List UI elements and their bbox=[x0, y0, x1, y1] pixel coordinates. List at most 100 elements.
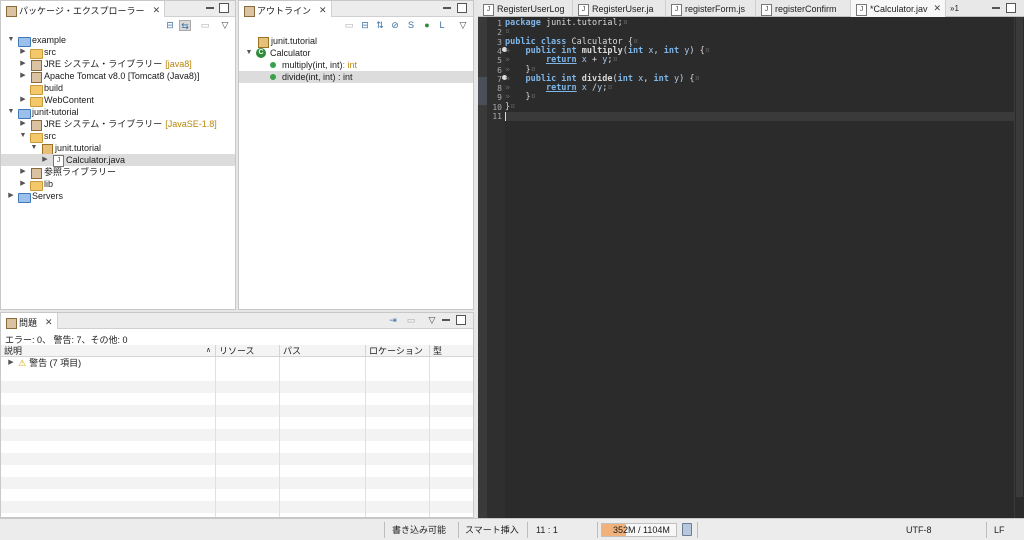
library-icon bbox=[30, 167, 42, 179]
view-menu-icon[interactable]: ▽ bbox=[457, 20, 469, 31]
folder-icon bbox=[30, 179, 43, 191]
tree-item[interactable]: ▼ junit.tutorial bbox=[1, 142, 235, 155]
tab-outline[interactable]: アウトライン ✕ bbox=[239, 1, 332, 17]
minimize-button[interactable] bbox=[991, 3, 1001, 13]
table-row-empty bbox=[1, 405, 473, 417]
tree-item[interactable]: ▼ junit-tutorial bbox=[1, 106, 235, 119]
editor-tab-active[interactable]: *Calculator.jav ✕ bbox=[851, 0, 946, 17]
maximize-button[interactable] bbox=[219, 3, 229, 13]
tree-item-label: Apache Tomcat v8.0 [Tomcat8 (Java8)] bbox=[44, 71, 200, 81]
expand-icon[interactable]: ▼ bbox=[19, 131, 27, 141]
expand-icon[interactable]: ▶ bbox=[19, 119, 27, 129]
expand-icon[interactable]: ▶ bbox=[7, 358, 15, 368]
column-header-description[interactable]: 説明 ∧ bbox=[1, 345, 216, 357]
collapse-all-icon[interactable]: ⊟ bbox=[164, 20, 176, 31]
tree-item[interactable]: ▶ Apache Tomcat v8.0 [Tomcat8 (Java8)] bbox=[1, 70, 235, 83]
expand-icon[interactable]: ▼ bbox=[30, 143, 38, 153]
public-method-icon bbox=[268, 60, 279, 70]
heap-status-bar[interactable]: 352M / 1104M bbox=[601, 523, 677, 537]
editor-tab[interactable]: registerConfirm bbox=[756, 0, 851, 17]
column-header-path[interactable]: パス bbox=[280, 345, 366, 357]
status-encoding: UTF-8 bbox=[906, 525, 932, 535]
focus-icon[interactable]: ▭ bbox=[343, 20, 355, 31]
tree-item[interactable]: ▶ WebContent bbox=[1, 94, 235, 107]
problems-table: 説明 ∧ リソース パス ロケーション 型 ▶ ⚠ 警告 (7 項目) bbox=[1, 345, 473, 517]
expand-icon[interactable]: ▼ bbox=[245, 48, 253, 58]
outline-toolbar: ▭ ⊟ ⇅ ⊘ S ● L ▽ bbox=[239, 17, 473, 33]
text-cursor bbox=[505, 112, 506, 121]
tree-item-label: lib bbox=[44, 179, 54, 189]
tree-item[interactable]: ▶ JRE システム・ライブラリー [java8] bbox=[1, 58, 235, 71]
maximize-button[interactable] bbox=[1006, 3, 1016, 13]
view-menu-icon[interactable]: ▽ bbox=[426, 315, 438, 326]
expand-icon[interactable]: ▶ bbox=[19, 167, 27, 177]
maximize-button[interactable] bbox=[457, 3, 467, 13]
close-icon[interactable]: ✕ bbox=[319, 5, 327, 16]
hide-nonpublic-icon[interactable]: ● bbox=[421, 20, 433, 31]
code-line: » }¤ bbox=[505, 92, 536, 103]
filter-icon[interactable]: ⇥ bbox=[387, 315, 399, 326]
tab-package-explorer[interactable]: パッケージ・エクスプローラー ✕ bbox=[1, 1, 166, 17]
expand-icon[interactable]: ▶ bbox=[19, 71, 27, 81]
focus-icon[interactable]: ▭ bbox=[405, 315, 417, 326]
close-icon[interactable]: ✕ bbox=[153, 5, 161, 16]
column-divider bbox=[279, 357, 280, 517]
code-editor[interactable]: package junit.tutorial;¤ ¤ public class … bbox=[505, 17, 1014, 518]
tab-overflow-button[interactable]: »1 bbox=[946, 0, 966, 17]
vertical-scrollbar[interactable] bbox=[1014, 17, 1024, 518]
tree-item[interactable]: build bbox=[1, 82, 235, 95]
heap-usage-text: 352M / 1104M bbox=[613, 525, 670, 535]
tree-item[interactable]: ▼ example bbox=[1, 34, 235, 47]
tree-item[interactable]: ▼ Calculator bbox=[239, 47, 473, 59]
tree-item[interactable]: ▶ src bbox=[1, 46, 235, 59]
collapse-all-icon[interactable]: ⊟ bbox=[359, 20, 371, 31]
column-header-location[interactable]: ロケーション bbox=[366, 345, 430, 357]
table-row[interactable]: ▶ ⚠ 警告 (7 項目) bbox=[1, 357, 473, 369]
editor-tab[interactable]: RegisterUserLog bbox=[478, 0, 573, 17]
focus-icon[interactable]: ▭ bbox=[199, 20, 211, 31]
view-menu-icon[interactable]: ▽ bbox=[219, 20, 231, 31]
tab-problems[interactable]: 問題 ✕ bbox=[1, 313, 58, 329]
expand-icon[interactable]: ▼ bbox=[7, 35, 15, 45]
sort-icon[interactable]: ⇅ bbox=[374, 20, 386, 31]
tree-item[interactable]: ▶ 参照ライブラリー bbox=[1, 166, 235, 179]
tree-item-suffix: [JavaSE-1.8] bbox=[165, 119, 217, 129]
column-header-type[interactable]: 型 bbox=[430, 345, 473, 357]
tree-item-selected[interactable]: divide(int, int) : int bbox=[239, 71, 473, 83]
maximize-button[interactable] bbox=[456, 315, 466, 325]
expand-icon[interactable]: ▶ bbox=[41, 155, 49, 165]
editor-tab[interactable]: registerForm.js bbox=[666, 0, 756, 17]
expand-icon[interactable]: ▶ bbox=[7, 191, 15, 201]
tree-item-selected[interactable]: ▶ Calculator.java bbox=[1, 154, 235, 167]
expand-icon[interactable]: ▶ bbox=[19, 47, 27, 57]
tree-item[interactable]: ▶ JRE システム・ライブラリー [JavaSE-1.8] bbox=[1, 118, 235, 131]
hide-static-icon[interactable]: S bbox=[405, 20, 417, 31]
minimize-button[interactable] bbox=[442, 3, 452, 13]
close-icon[interactable]: ✕ bbox=[45, 317, 53, 328]
column-header-resource[interactable]: リソース bbox=[216, 345, 280, 357]
java-file-icon bbox=[482, 3, 494, 16]
expand-icon[interactable]: ▼ bbox=[7, 107, 15, 117]
jsp-file-icon bbox=[760, 3, 772, 16]
link-with-editor-icon[interactable]: ⇆ bbox=[179, 20, 191, 31]
editor-tab[interactable]: RegisterUser.ja bbox=[573, 0, 666, 17]
tree-item[interactable]: junit.tutorial bbox=[239, 35, 473, 48]
tree-item[interactable]: ▶ lib bbox=[1, 178, 235, 191]
table-row-empty bbox=[1, 369, 473, 381]
scrollbar-thumb[interactable] bbox=[1016, 17, 1023, 497]
expand-icon[interactable]: ▶ bbox=[19, 95, 27, 105]
expand-icon[interactable]: ▶ bbox=[19, 59, 27, 69]
tree-item[interactable]: multiply(int, int) : int bbox=[239, 59, 473, 71]
project-icon bbox=[18, 107, 31, 119]
minimize-button[interactable] bbox=[441, 315, 451, 325]
minimize-button[interactable] bbox=[205, 3, 215, 13]
hide-local-types-icon[interactable]: L bbox=[436, 20, 448, 31]
close-icon[interactable]: ✕ bbox=[934, 3, 942, 14]
garbage-collect-icon[interactable] bbox=[682, 523, 692, 536]
tree-item[interactable]: ▼ src bbox=[1, 130, 235, 143]
tree-item-label: junit-tutorial bbox=[32, 107, 79, 117]
expand-icon[interactable]: ▶ bbox=[19, 179, 27, 189]
tree-item-label: example bbox=[32, 35, 67, 45]
tree-item[interactable]: ▶ Servers bbox=[1, 190, 235, 203]
hide-fields-icon[interactable]: ⊘ bbox=[389, 20, 401, 31]
